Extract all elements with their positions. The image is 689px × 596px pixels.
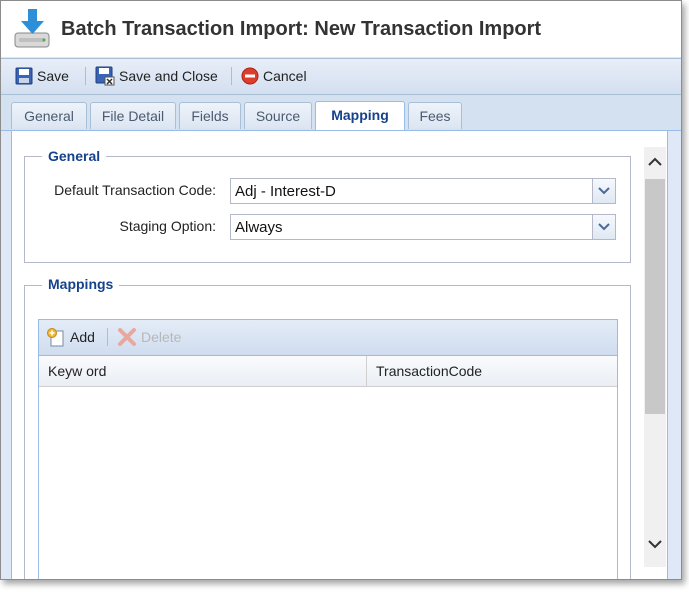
scroll-down-icon[interactable]	[644, 533, 666, 555]
chevron-down-icon[interactable]	[592, 179, 615, 203]
grid-body	[39, 387, 617, 579]
save-label: Save	[37, 68, 69, 84]
mappings-grid: Add Delete Keyw ord TransactionCode	[38, 319, 618, 579]
delete-x-icon	[118, 328, 136, 346]
cancel-icon	[241, 67, 259, 85]
cancel-button[interactable]: Cancel	[241, 65, 307, 87]
scrollbar-thumb[interactable]	[645, 179, 665, 414]
default-transaction-code-value: Adj - Interest-D	[235, 183, 336, 200]
toolbar-divider	[85, 67, 86, 85]
general-fieldset	[24, 156, 631, 263]
tab-strip: General File Detail Fields Source Mappin…	[1, 95, 681, 131]
add-label: Add	[70, 329, 95, 345]
tab-source[interactable]: Source	[244, 102, 312, 129]
general-legend: General	[42, 148, 107, 164]
dialog-window: Batch Transaction Import: New Transactio…	[0, 0, 682, 580]
save-close-icon	[95, 66, 115, 86]
tab-general[interactable]: General	[11, 102, 87, 129]
add-mapping-button[interactable]: Add	[46, 326, 95, 348]
column-header-transaction-code[interactable]: TransactionCode	[367, 356, 617, 386]
delete-mapping-button[interactable]: Delete	[117, 326, 181, 348]
default-transaction-code-combo[interactable]: Adj - Interest-D	[230, 178, 616, 204]
vertical-scrollbar[interactable]	[644, 147, 666, 567]
title-bar: Batch Transaction Import: New Transactio…	[1, 1, 681, 57]
tab-mapping[interactable]: Mapping	[315, 101, 405, 130]
add-icon	[47, 328, 64, 347]
toolbar-divider	[231, 67, 232, 85]
default-transaction-code-label: Default Transaction Code:	[54, 182, 216, 198]
floppy-disk-icon	[15, 67, 33, 85]
grid-toolbar: Add Delete	[39, 320, 617, 356]
grid-toolbar-divider	[107, 328, 108, 346]
grid-header-row: Keyw ord TransactionCode	[39, 356, 617, 387]
tab-file-detail[interactable]: File Detail	[90, 102, 176, 129]
scroll-up-icon[interactable]	[644, 151, 666, 173]
save-button[interactable]: Save	[15, 65, 69, 87]
mapping-panel: General Default Transaction Code: Adj - …	[11, 131, 668, 579]
save-and-close-button[interactable]: Save and Close	[95, 65, 218, 87]
delete-label: Delete	[141, 329, 182, 345]
chevron-down-icon[interactable]	[592, 215, 615, 239]
staging-option-value: Always	[235, 219, 283, 236]
window-title: Batch Transaction Import: New Transactio…	[61, 18, 542, 40]
mappings-legend: Mappings	[42, 276, 120, 292]
column-header-keyword[interactable]: Keyw ord	[39, 356, 367, 386]
save-and-close-label: Save and Close	[119, 68, 218, 84]
tab-fees[interactable]: Fees	[408, 102, 462, 129]
staging-option-combo[interactable]: Always	[230, 214, 616, 240]
main-toolbar: Save Save and Close Cancel	[1, 58, 681, 95]
cancel-label: Cancel	[263, 68, 307, 84]
staging-option-label: Staging Option:	[119, 218, 216, 234]
import-download-icon	[11, 7, 53, 51]
tab-fields[interactable]: Fields	[179, 102, 241, 129]
